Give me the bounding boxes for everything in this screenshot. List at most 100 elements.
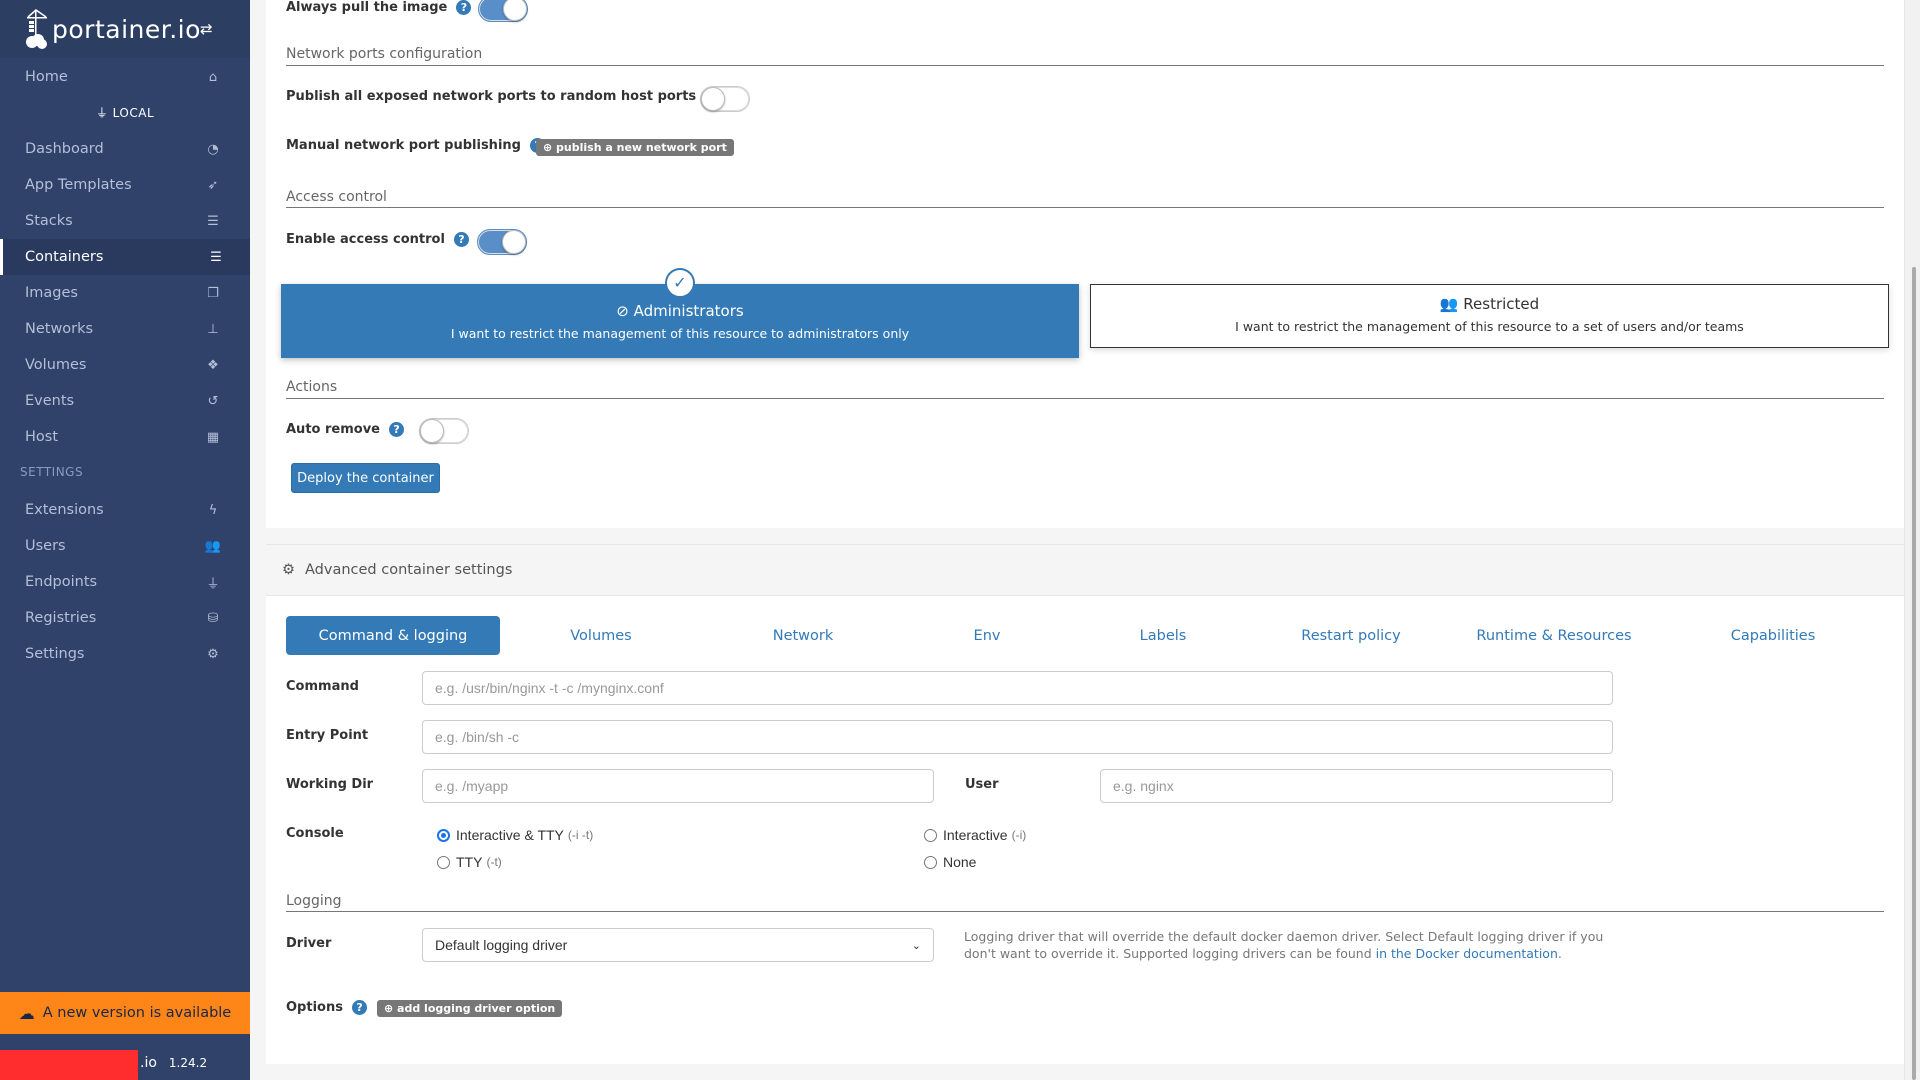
create-container-card — [266, 0, 1904, 528]
tab-env[interactable]: Env — [906, 616, 1068, 655]
command-input[interactable]: e.g. /usr/bin/nginx -t -c /mynginx.conf — [422, 671, 1613, 705]
tab-restart-policy[interactable]: Restart policy — [1270, 616, 1432, 655]
scrollbar-thumb[interactable] — [1912, 267, 1916, 1080]
tab-runtime-resources[interactable]: Runtime & Resources — [1466, 616, 1642, 655]
radio-unselected — [437, 855, 450, 869]
tab-capabilities[interactable]: Capabilities — [1692, 616, 1854, 655]
logo-text: portainer.io — [52, 14, 201, 44]
radio-flag: (-t) — [486, 855, 502, 869]
sidebar-item-events[interactable]: Events ↺ — [0, 383, 250, 419]
option-title: Administrators — [633, 302, 744, 320]
check-icon: ✓ — [665, 268, 695, 298]
divider — [286, 207, 1884, 208]
help-icon[interactable]: ? — [456, 0, 472, 15]
sidebar-item-containers[interactable]: Containers ☰ — [0, 239, 250, 275]
toggle-sidebar-icon[interactable]: ⇄ — [200, 20, 213, 38]
access-option-restricted[interactable]: 👥 Restricted I want to restrict the mana… — [1090, 284, 1889, 348]
always-pull-label: Always pull the image ? — [286, 0, 472, 15]
user-input[interactable]: e.g. nginx — [1100, 769, 1613, 803]
cloud-download-icon: ☁ — [18, 1003, 35, 1023]
sidebar-item-label: Networks — [25, 321, 94, 337]
sidebar-item-label: Containers — [25, 249, 104, 265]
add-logging-option-button[interactable]: ⊕ add logging driver option — [377, 1000, 563, 1017]
sidebar-item-settings[interactable]: Settings ⚙ — [0, 636, 250, 672]
deploy-container-button[interactable]: Deploy the container — [291, 463, 440, 493]
help-icon[interactable]: ? — [389, 422, 405, 437]
help-icon[interactable]: ? — [352, 1000, 368, 1015]
access-control-section-title: Access control — [286, 189, 387, 205]
enable-access-control-label: Enable access control ? — [286, 232, 469, 247]
endpoint-name: ⏚ LOCAL — [0, 104, 250, 121]
cogs-icon: ⚙ — [207, 646, 219, 662]
tab-command-logging[interactable]: Command & logging — [286, 616, 500, 655]
options-label: Options ? — [286, 1000, 368, 1015]
sidebar-item-endpoints[interactable]: Endpoints ⏚ — [0, 564, 250, 600]
plus-circle-icon: ⊕ — [543, 141, 557, 154]
help-text-end: . — [1557, 946, 1562, 961]
working-dir-input[interactable]: e.g. /myapp — [422, 769, 934, 803]
sidebar-item-images[interactable]: Images ❐ — [0, 275, 250, 311]
manual-port-label: Manual network port publishing ? — [286, 138, 546, 153]
endpoint-label: LOCAL — [112, 106, 155, 120]
sidebar-item-home[interactable]: Home ⌂ — [0, 59, 250, 95]
help-icon[interactable]: ? — [453, 232, 469, 247]
logging-section-title: Logging — [286, 893, 342, 909]
sidebar-item-extensions[interactable]: Extensions ϟ — [0, 492, 250, 528]
update-banner-text: A new version is available — [42, 1005, 232, 1021]
tab-labels[interactable]: Labels — [1082, 616, 1244, 655]
sidebar-item-label: Volumes — [25, 357, 87, 373]
publish-all-toggle[interactable] — [700, 86, 750, 112]
sidebar-item-stacks[interactable]: Stacks ☰ — [0, 203, 250, 239]
version-label: 1.24.2 — [168, 1055, 208, 1070]
radio-flag: (-i -t) — [567, 828, 594, 842]
console-radio-interactive-tty[interactable]: Interactive & TTY (-i -t) — [437, 827, 593, 843]
always-pull-toggle[interactable] — [478, 0, 528, 22]
sidebar-item-users[interactable]: Users 👥 — [0, 528, 250, 564]
driver-label: Driver — [286, 936, 332, 951]
rocket-icon: ➶ — [207, 177, 219, 193]
radio-unselected — [924, 855, 937, 869]
tab-volumes[interactable]: Volumes — [520, 616, 682, 655]
radio-label: Interactive & TTY — [456, 827, 564, 843]
redaction-box — [0, 1050, 138, 1080]
database-icon: ⛁ — [207, 610, 219, 626]
settings-section-title: SETTINGS — [20, 465, 84, 479]
sidebar-item-volumes[interactable]: Volumes ❖ — [0, 347, 250, 383]
users-icon: 👥 — [204, 538, 222, 554]
cog-icon: ⚙ — [282, 562, 295, 578]
button-label: add logging driver option — [397, 1002, 556, 1015]
sidebar-item-label: Users — [25, 538, 66, 554]
console-radio-interactive[interactable]: Interactive (-i) — [924, 827, 1026, 843]
sidebar-item-app-templates[interactable]: App Templates ➶ — [0, 167, 250, 203]
home-icon: ⌂ — [208, 69, 218, 85]
th-list-icon: ☰ — [207, 213, 219, 229]
tab-network[interactable]: Network — [722, 616, 884, 655]
divider — [286, 398, 1884, 399]
footer-brand: .io — [140, 1054, 157, 1071]
sidebar-item-host[interactable]: Host ▦ — [0, 419, 250, 455]
logging-driver-select[interactable]: Default logging driver ⌄ — [422, 928, 934, 962]
option-title: Restricted — [1463, 295, 1540, 313]
sidebar-item-registries[interactable]: Registries ⛁ — [0, 600, 250, 636]
sidebar-item-networks[interactable]: Networks ⊥ — [0, 311, 250, 347]
sidebar-item-label: App Templates — [25, 177, 132, 193]
access-control-toggle[interactable] — [477, 229, 527, 255]
publish-port-button[interactable]: ⊕ publish a new network port — [536, 139, 734, 156]
sidebar-item-label: Settings — [25, 646, 85, 662]
chevron-down-icon: ⌄ — [911, 939, 921, 952]
auto-remove-toggle[interactable] — [419, 418, 469, 444]
option-desc: I want to restrict the management of thi… — [1235, 319, 1744, 334]
network-ports-section-title: Network ports configuration — [286, 46, 483, 62]
entrypoint-input[interactable]: e.g. /bin/sh -c — [422, 720, 1613, 754]
select-value: Default logging driver — [435, 937, 568, 953]
sidebar-item-dashboard[interactable]: Dashboard ◔ — [0, 131, 250, 167]
sidebar-item-label: Events — [25, 393, 75, 409]
sidebar-item-label: Host — [25, 429, 59, 445]
console-radio-tty[interactable]: TTY (-t) — [437, 854, 502, 870]
user-label: User — [965, 777, 999, 792]
console-radio-none[interactable]: None — [924, 854, 976, 870]
docker-docs-link[interactable]: in the Docker documentation — [1376, 946, 1558, 961]
plug-icon: ⏚ — [206, 576, 220, 592]
update-banner[interactable]: ☁ A new version is available — [0, 992, 250, 1034]
sidebar-item-label: Endpoints — [25, 574, 98, 590]
